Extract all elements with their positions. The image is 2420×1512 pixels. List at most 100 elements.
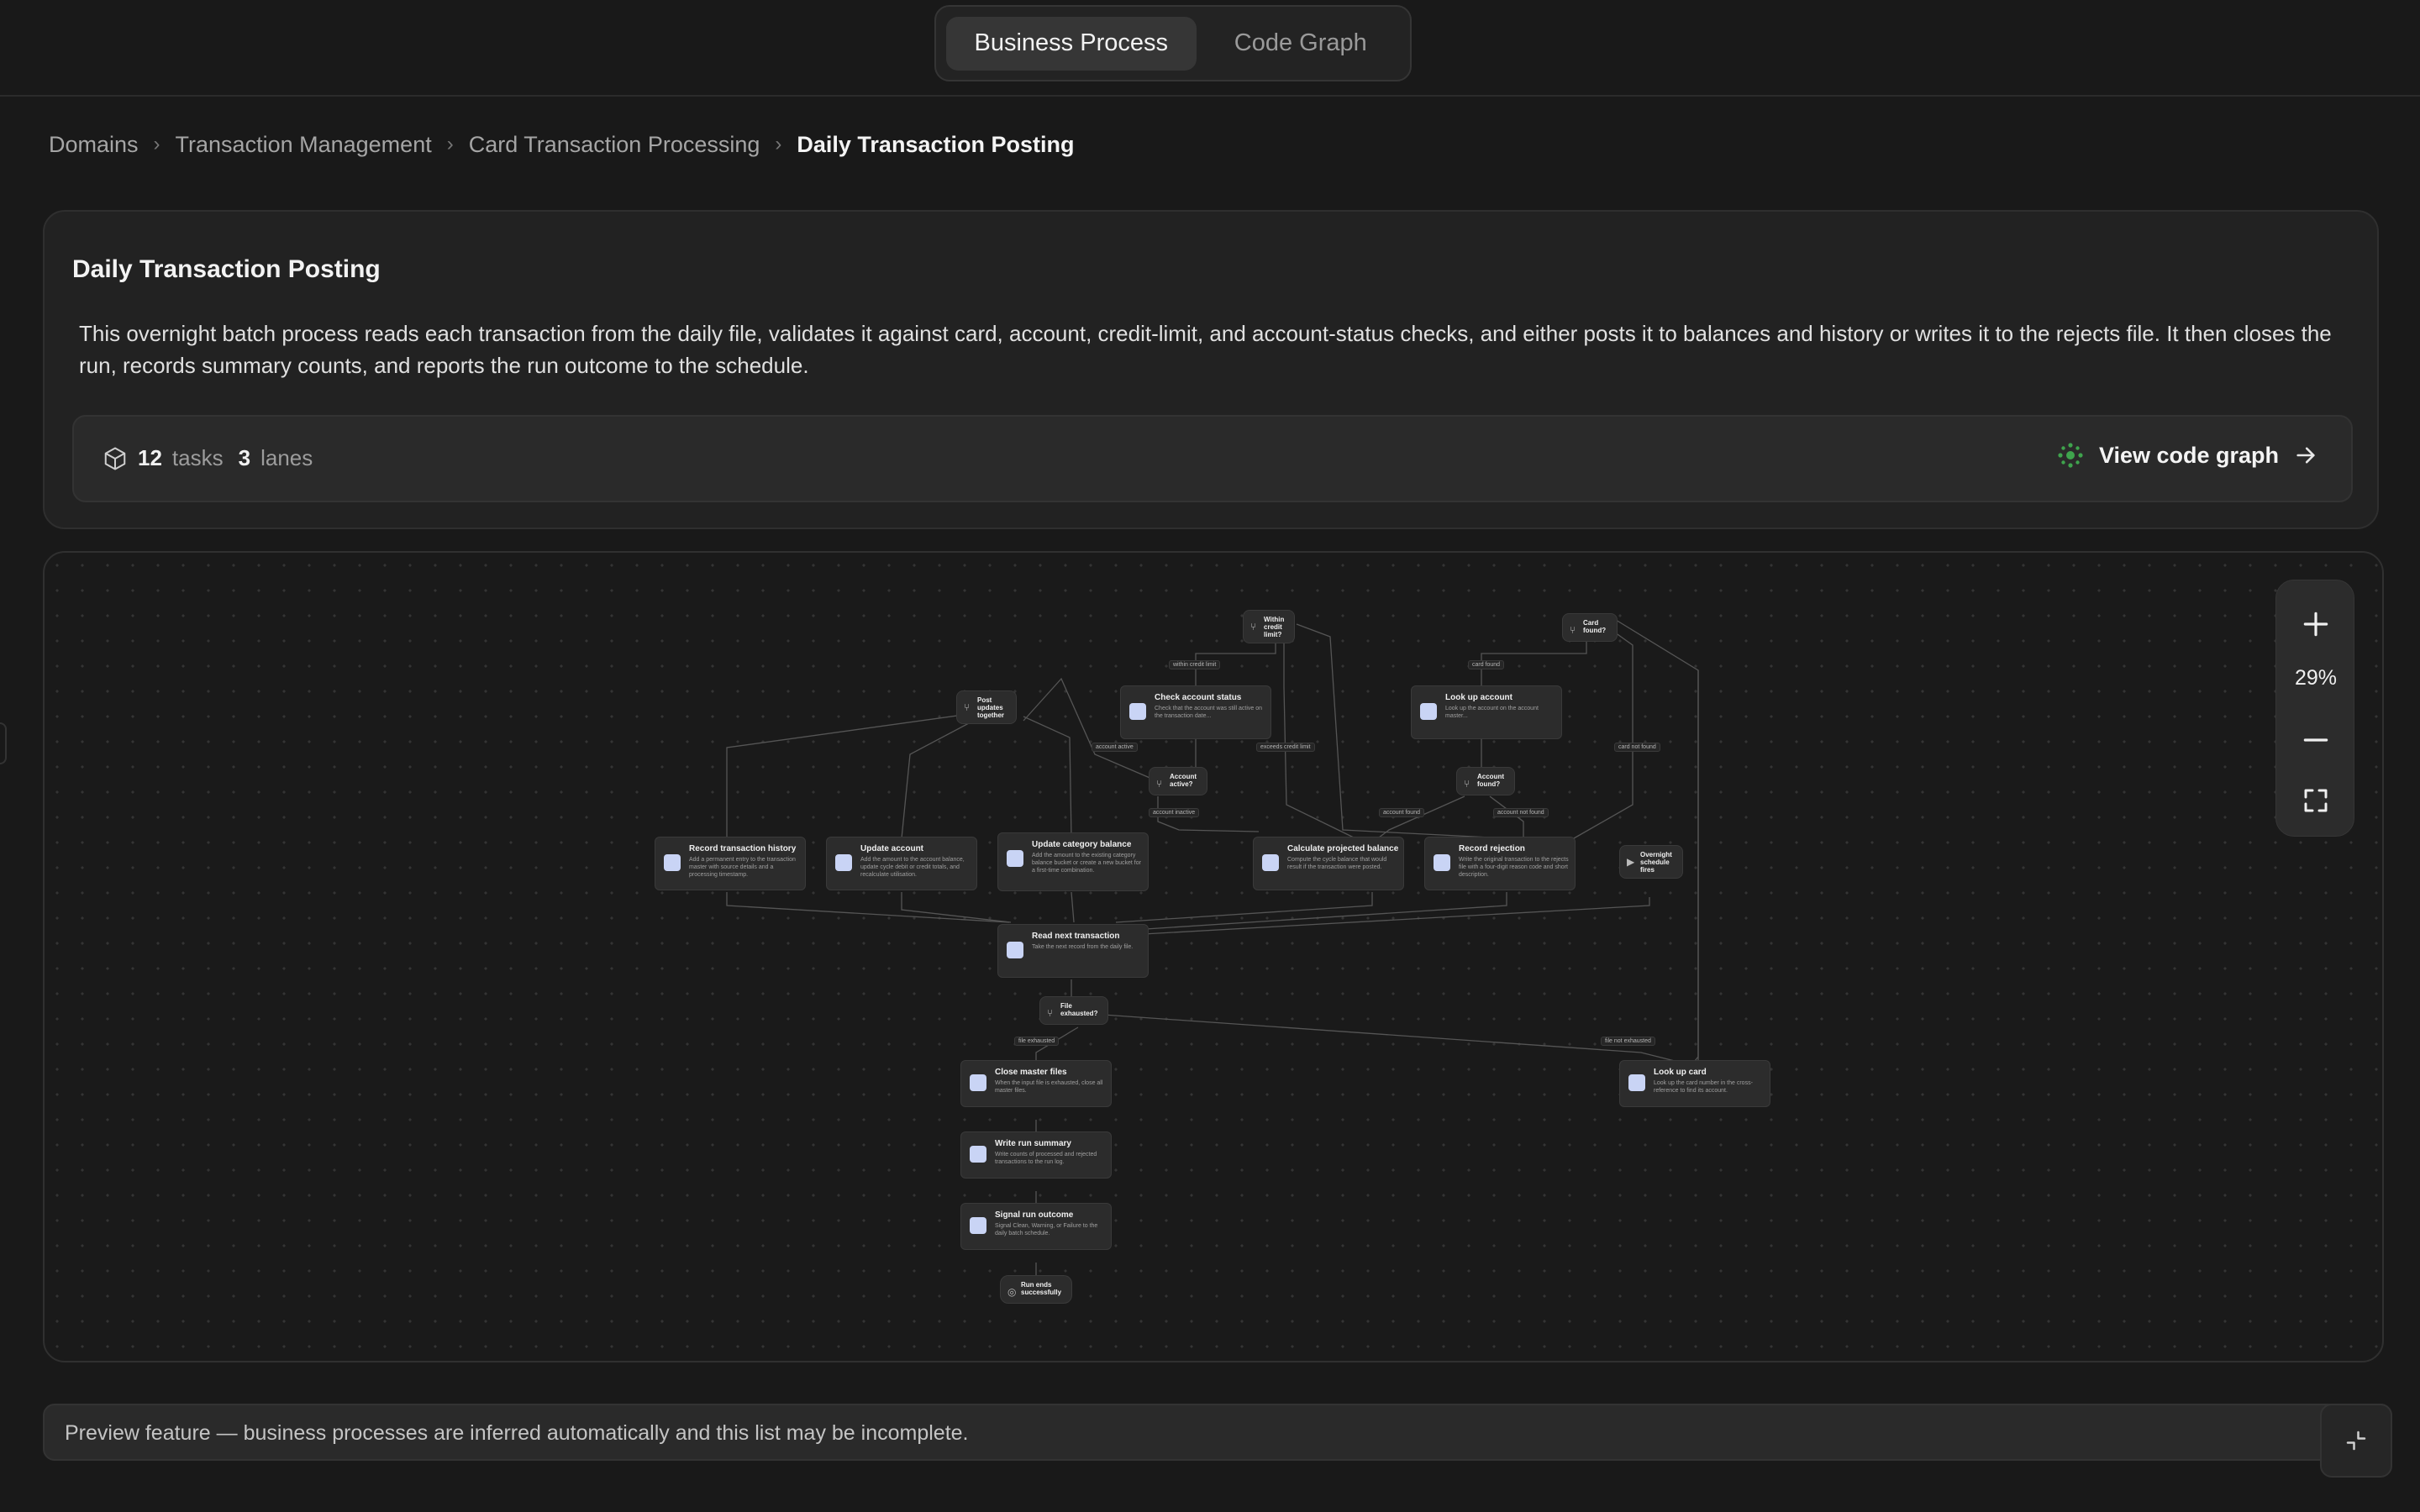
decision-file-exhausted[interactable]: ⑂ File exhausted? (1039, 996, 1108, 1025)
decision-label: File exhausted? (1060, 1002, 1098, 1017)
task-description: Signal Clean, Warning, or Failure to the… (995, 1223, 1098, 1236)
task-close-master-files[interactable]: Close master files When the input file i… (960, 1060, 1112, 1107)
task-look-up-card[interactable]: Look up card Look up the card number in … (1619, 1060, 1770, 1107)
minus-icon (2303, 738, 2328, 742)
task-icon (970, 1217, 986, 1234)
task-title: Record transaction history (689, 844, 797, 853)
task-icon (664, 854, 681, 871)
breadcrumb-transaction-management[interactable]: Transaction Management (176, 132, 432, 158)
task-description: Look up the account on the account maste… (1445, 706, 1539, 719)
preview-notice: Preview feature — business processes are… (65, 1421, 969, 1445)
task-icon (970, 1146, 986, 1163)
edge-label: account not found (1493, 808, 1549, 817)
plus-icon (2303, 612, 2328, 637)
task-description: Write the original transaction to the re… (1459, 857, 1569, 878)
task-description: Take the next record from the daily file… (1032, 944, 1134, 950)
breadcrumb-domains[interactable]: Domains (49, 132, 139, 158)
edge-label: account found (1379, 808, 1424, 817)
cube-icon (104, 447, 126, 470)
process-stats-bar: 12 tasks 3 lanes View code graph (72, 415, 2353, 502)
event-label: Overnight schedule fires (1640, 851, 1672, 874)
decision-within-credit-limit[interactable]: ⑂ Within credit limit? (1243, 610, 1295, 643)
zoom-level: 29% (2294, 666, 2338, 690)
task-description: Add a permanent entry to the transaction… (689, 857, 796, 878)
task-icon (970, 1074, 986, 1091)
task-title: Read next transaction (1032, 932, 1120, 941)
task-look-up-account[interactable]: Look up account Look up the account on t… (1411, 685, 1562, 739)
fit-view-button[interactable] (2276, 775, 2355, 826)
branch-icon: ⑂ (1250, 621, 1257, 633)
task-title: Look up card (1654, 1068, 1707, 1077)
decision-account-found[interactable]: ⑂ Account found? (1456, 767, 1515, 795)
lanes-count: 3 (238, 445, 251, 470)
task-record-rejection[interactable]: Record rejection Write the original tran… (1424, 837, 1576, 890)
tasks-count: 12 (138, 445, 162, 470)
event-overnight-schedule-fires[interactable]: ▶ Overnight schedule fires (1619, 845, 1683, 879)
task-check-account-status[interactable]: Check account status Check that the acco… (1120, 685, 1271, 739)
lanes-label: lanes (260, 445, 313, 470)
code-graph-icon (2058, 443, 2083, 468)
branch-icon: ⑂ (1156, 778, 1163, 790)
task-update-account[interactable]: Update account Add the amount to the acc… (826, 837, 977, 890)
decision-card-found[interactable]: ⑂ Card found? (1562, 613, 1618, 642)
branch-icon: ⑂ (1464, 778, 1470, 790)
collapse-button[interactable] (2320, 1404, 2392, 1478)
task-title: Calculate projected balance (1287, 844, 1399, 853)
event-run-ends-successfully[interactable]: ◎ Run ends successfully (1000, 1275, 1072, 1304)
edge-label: within credit limit (1169, 660, 1221, 669)
task-update-category-balance[interactable]: Update category balance Add the amount t… (997, 832, 1149, 891)
task-description: Check that the account was still active … (1155, 706, 1263, 719)
task-title: Update category balance (1032, 840, 1132, 849)
task-description: When the input file is exhausted, close … (995, 1080, 1103, 1094)
preview-notice-bar: Preview feature — business processes are… (43, 1404, 2392, 1478)
task-record-transaction-history[interactable]: Record transaction history Add a permane… (655, 837, 806, 890)
edge-label: card found (1468, 660, 1505, 669)
collapse-icon (2346, 1431, 2366, 1451)
task-title: Check account status (1155, 693, 1242, 702)
view-code-graph-label: View code graph (2098, 442, 2279, 468)
business-process-tab[interactable]: Business Process (946, 16, 1197, 71)
tasks-label: tasks (171, 445, 224, 470)
breadcrumb: Domains › Transaction Management › Card … (49, 128, 1074, 161)
edge-label: file exhausted (1014, 1037, 1060, 1046)
code-graph-tab[interactable]: Code Graph (1202, 17, 1400, 71)
decision-label: Card found? (1583, 619, 1607, 634)
decision-account-active[interactable]: ⑂ Account active? (1149, 767, 1207, 795)
task-title: Close master files (995, 1068, 1067, 1077)
task-description: Compute the cycle balance that would res… (1287, 857, 1387, 870)
task-title: Signal run outcome (995, 1210, 1074, 1220)
check-circle-icon: ◎ (1007, 1286, 1017, 1298)
edge-label: card not found (1614, 743, 1660, 752)
decision-post-updates-together[interactable]: ⑂ Post updates together (956, 690, 1017, 724)
decision-label: Post updates together (977, 696, 1004, 719)
process-stats: 12 tasks 3 lanes (103, 445, 313, 471)
zoom-out-button[interactable] (2276, 715, 2355, 765)
task-title: Update account (860, 844, 924, 853)
task-description: Look up the card number in the cross-ref… (1654, 1080, 1753, 1094)
task-calculate-projected-balance[interactable]: Calculate projected balance Compute the … (1253, 837, 1404, 890)
task-signal-run-outcome[interactable]: Signal run outcome Signal Clean, Warning… (960, 1203, 1112, 1250)
task-write-run-summary[interactable]: Write run summary Write counts of proces… (960, 1131, 1112, 1179)
task-icon (835, 854, 852, 871)
edge-label: account inactive (1149, 808, 1200, 817)
fit-view-icon (2304, 789, 2328, 812)
task-icon (1129, 703, 1146, 720)
decision-label: Account found? (1477, 773, 1504, 788)
edge-label: exceeds credit limit (1256, 743, 1315, 752)
branch-icon: ⑂ (1570, 624, 1576, 636)
zoom-controls: 29% (2275, 580, 2354, 837)
task-read-next-transaction[interactable]: Read next transaction Take the next reco… (997, 924, 1149, 978)
breadcrumb-current: Daily Transaction Posting (797, 131, 1075, 157)
breadcrumb-card-transaction-processing[interactable]: Card Transaction Processing (469, 132, 760, 158)
view-code-graph-link[interactable]: View code graph (2057, 442, 2317, 469)
graph-edges (726, 619, 1699, 1279)
zoom-in-button[interactable] (2276, 599, 2355, 649)
process-description: This overnight batch process reads each … (79, 321, 2332, 378)
chevron-right-icon: › (446, 133, 454, 155)
side-panel-handle[interactable] (0, 722, 7, 764)
process-graph-canvas[interactable]: ⑂ Within credit limit? ⑂ Card found? ⑂ P… (43, 551, 2384, 1362)
arrow-right-icon (2296, 447, 2315, 464)
task-icon (1434, 854, 1450, 871)
task-icon (1628, 1074, 1645, 1091)
branch-icon: ⑂ (1047, 1007, 1054, 1019)
